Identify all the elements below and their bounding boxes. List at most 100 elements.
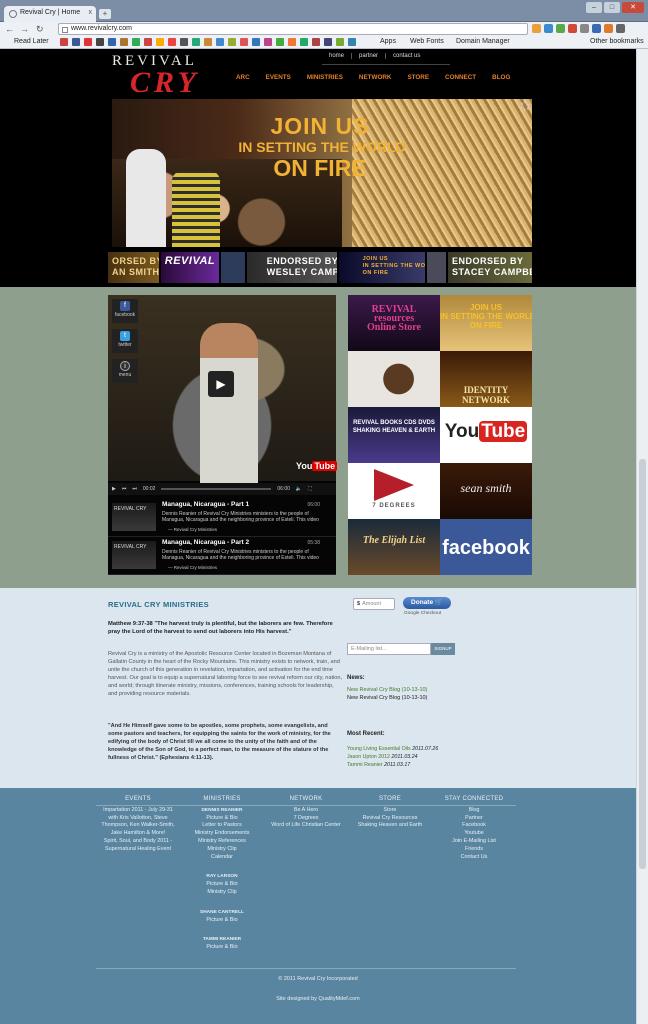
bookmark-icon[interactable] xyxy=(240,38,248,46)
bookmark-icon[interactable] xyxy=(204,38,212,46)
bookmark-icon[interactable] xyxy=(144,38,152,46)
nav-ministries[interactable]: MINISTRIES xyxy=(307,74,343,81)
footer-link[interactable]: Blog xyxy=(432,807,516,815)
tile-books-cds[interactable]: REVIVAL BOOKS CDS DVDS SHAKING HEAVEN & … xyxy=(348,407,440,463)
bookmark-icon[interactable] xyxy=(120,38,128,46)
footer-link[interactable]: Partner xyxy=(432,815,516,823)
bookmark-icon[interactable] xyxy=(264,38,272,46)
nav-store[interactable]: STORE xyxy=(407,74,429,81)
footer-link[interactable]: Picture & Bio xyxy=(180,881,264,889)
bookmark-web-fonts[interactable]: Web Fonts xyxy=(410,38,444,45)
bookmark-icon[interactable] xyxy=(132,38,140,46)
reload-icon[interactable]: ↻ xyxy=(36,24,44,34)
bookmark-icon[interactable] xyxy=(168,38,176,46)
top-link-contact[interactable]: contact us xyxy=(385,53,427,59)
footer-link[interactable]: Contact Us xyxy=(432,854,516,862)
footer-link[interactable]: Shaking Heaven and Earth xyxy=(348,822,432,830)
bookmark-icon[interactable] xyxy=(348,38,356,46)
footer-link[interactable]: Youtube xyxy=(432,830,516,838)
bookmark-apps[interactable]: Apps xyxy=(380,38,396,45)
footer-link[interactable]: Ministry Clip xyxy=(180,846,264,854)
footer-link[interactable]: Picture & Bio xyxy=(180,917,264,925)
strip-thumb[interactable]: ENDORSED BY WESLEY CAMPBELL xyxy=(246,252,337,283)
bookmark-icon[interactable] xyxy=(288,38,296,46)
back-icon[interactable]: ← xyxy=(5,24,14,34)
designer-credit[interactable]: Site designed by QualityMdef.com xyxy=(0,996,636,1002)
donate-button[interactable]: Donate 🛒 xyxy=(403,597,451,609)
hero-banner[interactable]: JOIN US IN SETTING THE WORLD ON FIRE xyxy=(112,99,532,247)
volume-icon[interactable]: 🔈 xyxy=(296,486,302,492)
footer-link[interactable]: Be A Hero xyxy=(264,807,348,815)
footer-link[interactable]: Thompson, Ken Walker-Smith, xyxy=(96,822,180,830)
bookmark-read-later[interactable]: Read Later xyxy=(14,38,49,45)
footer-link[interactable]: Word of Life Christian Center xyxy=(264,822,348,830)
youtube-watermark[interactable]: You Tube xyxy=(296,461,338,471)
twitter-share-button[interactable]: t twitter xyxy=(112,329,138,353)
bookmark-icon[interactable] xyxy=(72,38,80,46)
strip-thumb[interactable]: REVIVAL xyxy=(160,252,220,283)
extension-icon[interactable] xyxy=(592,24,601,33)
prev-icon[interactable]: ⏮ xyxy=(122,486,127,492)
menu-button[interactable]: i menu xyxy=(112,359,138,383)
footer-link[interactable]: 7 Degrees xyxy=(264,815,348,823)
browser-tab[interactable]: Revival Cry | Home x xyxy=(4,6,96,22)
bookmark-icon[interactable] xyxy=(252,38,260,46)
tile-elijah-list[interactable]: The Elijah List xyxy=(348,519,440,575)
footer-link[interactable]: Friends xyxy=(432,846,516,854)
top-link-home[interactable]: home xyxy=(322,53,351,59)
bookmark-icon[interactable] xyxy=(336,38,344,46)
nav-network[interactable]: NETWORK xyxy=(359,74,392,81)
strip-thumb[interactable]: ENDORSED BY STACEY CAMPBELL xyxy=(448,252,533,283)
signup-button[interactable]: SIGNUP xyxy=(431,643,455,655)
top-link-partner[interactable]: partner xyxy=(351,53,385,59)
recent-item[interactable]: Young Living Essential Oils 2011.07.26 xyxy=(347,745,438,753)
bookmark-other[interactable]: Other bookmarks xyxy=(590,38,644,45)
bookmark-icon[interactable] xyxy=(216,38,224,46)
minimize-button[interactable]: – xyxy=(586,2,602,13)
nav-connect[interactable]: CONNECT xyxy=(445,74,476,81)
bookmark-icon[interactable] xyxy=(192,38,200,46)
recent-item[interactable]: Tammi Reanier 2011.03.17 xyxy=(347,761,438,769)
tile-child-photo[interactable] xyxy=(348,351,440,407)
footer-link[interactable]: Calendar xyxy=(180,854,264,862)
bookmark-icon[interactable] xyxy=(84,38,92,46)
maximize-button[interactable]: □ xyxy=(604,2,620,13)
extension-icon[interactable] xyxy=(544,24,553,33)
footer-link[interactable]: Revival Cry Resources xyxy=(348,815,432,823)
strip-thumb[interactable]: JOIN US IN SETTING THE WORLD ON FIRE xyxy=(338,252,425,283)
footer-link[interactable]: Supernatural Healing Event xyxy=(96,846,180,854)
strip-thumb[interactable]: ORSED BY AN SMITH xyxy=(108,252,159,283)
extension-icon[interactable] xyxy=(556,24,565,33)
strip-thumb[interactable] xyxy=(426,252,447,283)
wrench-icon[interactable] xyxy=(616,24,625,33)
footer-link[interactable]: Facebook xyxy=(432,822,516,830)
bookmark-icon[interactable] xyxy=(324,38,332,46)
seek-bar[interactable] xyxy=(161,488,272,490)
footer-link[interactable]: Ministry References xyxy=(180,838,264,846)
donation-amount-input[interactable]: $ Amount xyxy=(353,598,395,610)
close-window-button[interactable]: ✕ xyxy=(622,2,644,13)
bookmark-icon[interactable] xyxy=(312,38,320,46)
tile-youtube[interactable]: You Tube xyxy=(440,407,532,463)
playlist-item[interactable]: REVIVAL CRY Managua, Nicaragua - Part 2 … xyxy=(108,537,336,575)
play-icon[interactable]: ▶ xyxy=(112,486,116,492)
footer-link[interactable]: Ministry Clip xyxy=(180,889,264,897)
footer-link[interactable]: Impartation 2011 - July 29-31 xyxy=(96,807,180,815)
footer-link[interactable]: Ministry Endorsements xyxy=(180,830,264,838)
bookmark-icon[interactable] xyxy=(276,38,284,46)
tile-join-us[interactable]: JOIN US IN SETTING THE WORLD ON FIRE xyxy=(440,295,532,351)
recent-item[interactable]: Jason Upton 2012 2011.03.24 xyxy=(347,753,438,761)
tile-identity-network[interactable]: IDENTITY NETWORK xyxy=(440,351,532,407)
page-scrollbar[interactable] xyxy=(636,49,648,1024)
footer-link[interactable]: Picture & Bio xyxy=(180,815,264,823)
bookmark-icon[interactable] xyxy=(300,38,308,46)
site-logo[interactable]: REVIVAL CRY xyxy=(112,53,200,98)
bookmark-icon[interactable] xyxy=(180,38,188,46)
mailing-list-input[interactable]: E-Mailing list... xyxy=(347,643,431,655)
new-tab-button[interactable]: + xyxy=(99,9,111,19)
bookmark-icon[interactable] xyxy=(228,38,236,46)
bookmark-icon[interactable] xyxy=(108,38,116,46)
news-link[interactable]: New Revival Cry Blog (10-13-10) xyxy=(347,695,427,701)
rss-icon[interactable] xyxy=(532,24,541,33)
footer-link[interactable]: Picture & Bio xyxy=(180,944,264,952)
